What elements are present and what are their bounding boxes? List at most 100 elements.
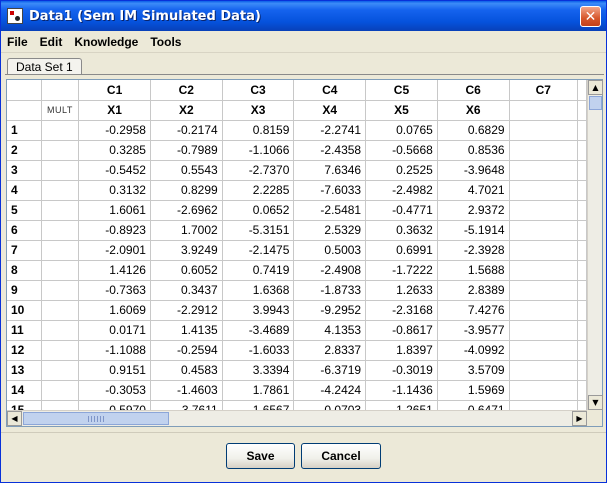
data-cell[interactable]: 7.4276	[437, 300, 510, 321]
mult-cell[interactable]	[41, 360, 80, 381]
scroll-down-icon[interactable]: ▼	[588, 395, 603, 410]
column-header[interactable]: C1	[78, 80, 151, 101]
horizontal-scrollbar[interactable]: ◀ ▶	[7, 410, 587, 426]
variable-name-cell[interactable]: X3	[222, 100, 295, 121]
row-index[interactable]: 15	[7, 400, 42, 410]
data-cell[interactable]: 1.6061	[78, 200, 151, 221]
row-index[interactable]: 10	[7, 300, 42, 321]
data-cell[interactable]: 1.8397	[365, 340, 438, 361]
data-cell[interactable]: 1.4126	[78, 260, 151, 281]
menu-file[interactable]: File	[1, 35, 34, 49]
mult-cell[interactable]	[41, 140, 80, 161]
horizontal-scroll-thumb[interactable]	[23, 412, 169, 425]
data-cell[interactable]: 0.3437	[150, 280, 223, 301]
menu-knowledge[interactable]: Knowledge	[68, 35, 144, 49]
data-cell[interactable]: 1.6368	[222, 280, 295, 301]
data-cell[interactable]: -0.3053	[78, 380, 151, 401]
data-cell[interactable]: 0.6471	[437, 400, 510, 410]
data-cell[interactable]: -5.3151	[222, 220, 295, 241]
data-cell[interactable]: -0.8617	[365, 320, 438, 341]
data-cell[interactable]: -1.2651	[365, 400, 438, 410]
data-cell[interactable]: 0.0171	[78, 320, 151, 341]
data-cell[interactable]: -2.5481	[293, 200, 367, 221]
data-cell[interactable]: -0.8923	[78, 220, 151, 241]
mult-cell[interactable]	[41, 320, 80, 341]
data-cell[interactable]: -0.4771	[365, 200, 438, 221]
data-cell[interactable]: 1.7861	[222, 380, 295, 401]
data-cell[interactable]: -0.7363	[78, 280, 151, 301]
data-cell[interactable]: 0.5543	[150, 160, 223, 181]
variable-name-cell[interactable]: X4	[293, 100, 367, 121]
data-cell[interactable]: 3.3394	[222, 360, 295, 381]
data-cell[interactable]	[509, 300, 579, 321]
tab-data-set-1[interactable]: Data Set 1	[7, 58, 82, 75]
data-cell[interactable]: 0.3632	[365, 220, 438, 241]
mult-cell[interactable]	[41, 380, 80, 401]
row-index[interactable]: 6	[7, 220, 42, 241]
data-cell[interactable]: 0.3132	[78, 180, 151, 201]
data-cell[interactable]: -1.1066	[222, 140, 295, 161]
scroll-right-icon[interactable]: ▶	[572, 411, 587, 426]
row-index[interactable]: 13	[7, 360, 42, 381]
mult-cell[interactable]	[41, 300, 80, 321]
mult-cell[interactable]	[41, 200, 80, 221]
scroll-up-icon[interactable]: ▲	[588, 80, 603, 95]
data-cell[interactable]: 0.0765	[365, 120, 438, 141]
column-header[interactable]: C5	[365, 80, 438, 101]
data-cell[interactable]: 0.2525	[365, 160, 438, 181]
mult-cell[interactable]	[41, 280, 80, 301]
mult-cell[interactable]	[41, 160, 80, 181]
data-cell[interactable]	[509, 180, 579, 201]
data-cell[interactable]: 3.9249	[150, 240, 223, 261]
data-cell[interactable]: -2.3928	[437, 240, 510, 261]
mult-cell[interactable]	[41, 400, 80, 410]
data-cell[interactable]: 7.6346	[293, 160, 367, 181]
data-cell[interactable]: 1.6567	[222, 400, 295, 410]
data-cell[interactable]: -7.6033	[293, 180, 367, 201]
cancel-button[interactable]: Cancel	[301, 443, 381, 469]
data-cell[interactable]: 0.4583	[150, 360, 223, 381]
data-cell[interactable]: -0.3019	[365, 360, 438, 381]
column-header[interactable]: C6	[437, 80, 510, 101]
data-cell[interactable]: 2.8389	[437, 280, 510, 301]
save-button[interactable]: Save	[226, 443, 295, 469]
data-cell[interactable]: 0.3285	[78, 140, 151, 161]
data-cell[interactable]: 1.6069	[78, 300, 151, 321]
data-cell[interactable]: 0.7419	[222, 260, 295, 281]
row-index[interactable]: 3	[7, 160, 42, 181]
data-cell[interactable]	[509, 380, 579, 401]
data-cell[interactable]: 0.0703	[293, 400, 367, 410]
data-cell[interactable]: -6.3719	[293, 360, 367, 381]
data-cell[interactable]: -2.4982	[365, 180, 438, 201]
data-cell[interactable]	[509, 400, 579, 410]
variable-name-cell[interactable]: X6	[437, 100, 510, 121]
mult-cell[interactable]	[41, 340, 80, 361]
data-cell[interactable]: -3.7611	[150, 400, 223, 410]
data-cell[interactable]: 3.9943	[222, 300, 295, 321]
data-cell[interactable]: -2.6962	[150, 200, 223, 221]
vertical-scroll-thumb[interactable]	[589, 96, 602, 110]
data-cell[interactable]: 1.2633	[365, 280, 438, 301]
data-cell[interactable]: -3.4689	[222, 320, 295, 341]
data-cell[interactable]: -1.7222	[365, 260, 438, 281]
data-cell[interactable]	[509, 140, 579, 161]
data-cell[interactable]: -2.0901	[78, 240, 151, 261]
data-cell[interactable]: -5.1914	[437, 220, 510, 241]
scroll-left-icon[interactable]: ◀	[7, 411, 22, 426]
data-cell[interactable]: -0.5970	[78, 400, 151, 410]
column-header[interactable]: C4	[293, 80, 367, 101]
data-cell[interactable]: -2.1475	[222, 240, 295, 261]
mult-cell[interactable]	[41, 220, 80, 241]
data-cell[interactable]: -0.2594	[150, 340, 223, 361]
data-cell[interactable]: 0.8159	[222, 120, 295, 141]
data-cell[interactable]: -3.9648	[437, 160, 510, 181]
data-cell[interactable]: 2.2285	[222, 180, 295, 201]
data-cell[interactable]: 0.9151	[78, 360, 151, 381]
data-cell[interactable]: -9.2952	[293, 300, 367, 321]
row-index[interactable]: 1	[7, 120, 42, 141]
variable-name-cell[interactable]: X2	[150, 100, 223, 121]
data-cell[interactable]: 0.6829	[437, 120, 510, 141]
data-cell[interactable]: 0.0652	[222, 200, 295, 221]
data-cell[interactable]: -0.2174	[150, 120, 223, 141]
data-cell[interactable]	[509, 200, 579, 221]
